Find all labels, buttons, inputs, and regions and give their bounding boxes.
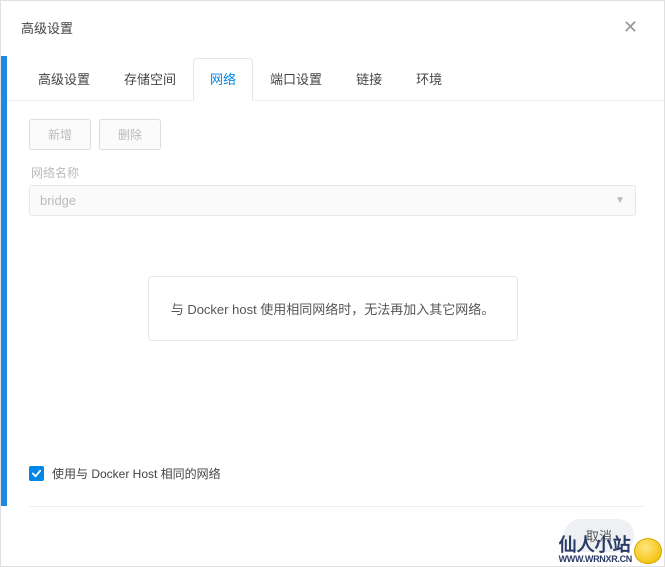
checkbox-label: 使用与 Docker Host 相同的网络 (52, 465, 221, 482)
network-name-label: 网络名称 (29, 164, 636, 181)
dialog-footer: 使用与 Docker Host 相同的网络 取消 (1, 451, 664, 566)
dialog-title: 高级设置 (21, 18, 73, 37)
delete-button[interactable]: 删除 (99, 119, 161, 150)
toolbar: 新增 删除 (29, 119, 636, 150)
tab-links[interactable]: 链接 (339, 58, 399, 101)
network-select[interactable]: bridge ▼ (29, 185, 636, 216)
tab-ports[interactable]: 端口设置 (253, 58, 339, 101)
use-host-network-row[interactable]: 使用与 Docker Host 相同的网络 (29, 465, 644, 482)
tab-advanced[interactable]: 高级设置 (21, 58, 107, 101)
dialog-header: 高级设置 ✕ (1, 1, 664, 48)
tab-storage[interactable]: 存储空间 (107, 58, 193, 101)
tab-environment[interactable]: 环境 (399, 58, 459, 101)
checkbox-checked-icon[interactable] (29, 466, 44, 481)
add-button[interactable]: 新增 (29, 119, 91, 150)
tab-content: 新增 删除 网络名称 bridge ▼ 与 Docker host 使用相同网络… (1, 101, 664, 341)
chevron-down-icon: ▼ (615, 195, 625, 206)
footer-button-row: 取消 (29, 506, 644, 552)
network-select-value: bridge (40, 193, 76, 208)
cancel-button[interactable]: 取消 (564, 519, 634, 552)
info-message: 与 Docker host 使用相同网络时，无法再加入其它网络。 (148, 276, 518, 341)
tab-bar: 高级设置 存储空间 网络 端口设置 链接 环境 (1, 58, 664, 101)
tab-network[interactable]: 网络 (193, 58, 253, 101)
left-accent-strip (1, 56, 7, 506)
close-icon[interactable]: ✕ (617, 16, 644, 38)
